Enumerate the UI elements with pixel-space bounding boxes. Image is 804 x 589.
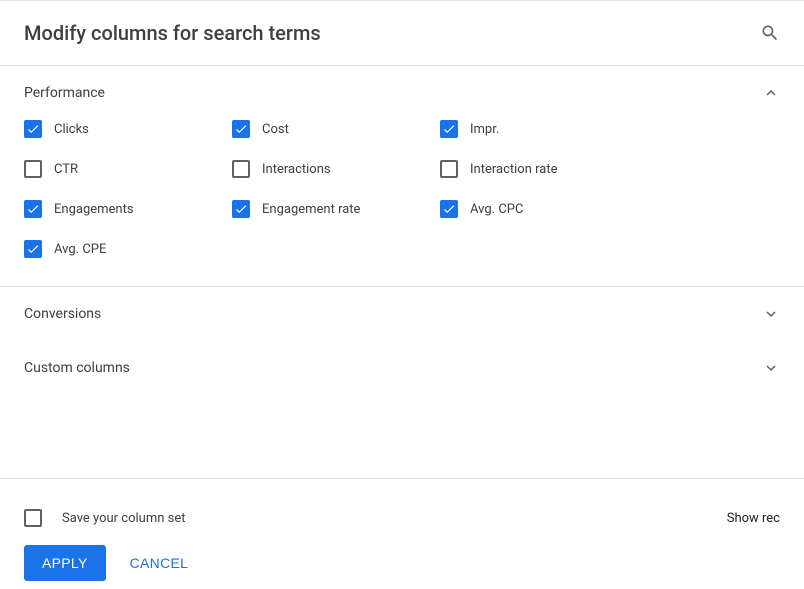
apply-button[interactable]: APPLY bbox=[24, 545, 106, 581]
section-toggle-performance[interactable]: Performance bbox=[0, 66, 804, 120]
column-option[interactable]: Interaction rate bbox=[440, 160, 648, 178]
column-option[interactable]: Impr. bbox=[440, 120, 648, 138]
column-option[interactable]: Cost bbox=[232, 120, 440, 138]
page-title: Modify columns for search terms bbox=[24, 21, 321, 45]
column-label: Impr. bbox=[470, 122, 499, 137]
chevron-down-icon bbox=[762, 359, 780, 377]
column-option[interactable]: Avg. CPE bbox=[24, 240, 232, 258]
save-column-set-checkbox[interactable] bbox=[24, 509, 42, 527]
column-checkbox[interactable] bbox=[232, 120, 250, 138]
column-label: Clicks bbox=[54, 122, 89, 137]
column-checkbox[interactable] bbox=[232, 200, 250, 218]
column-label: Engagements bbox=[54, 202, 134, 217]
column-label: CTR bbox=[54, 162, 78, 177]
column-label: Interactions bbox=[262, 162, 331, 177]
section-title-conversions: Conversions bbox=[24, 306, 101, 322]
save-column-set-row[interactable]: Save your column set bbox=[24, 509, 186, 527]
column-option[interactable]: Engagements bbox=[24, 200, 232, 218]
save-column-set-label: Save your column set bbox=[62, 511, 186, 526]
cancel-button[interactable]: CANCEL bbox=[122, 545, 197, 581]
section-toggle-custom[interactable]: Custom columns bbox=[0, 341, 804, 395]
column-option[interactable]: Avg. CPC bbox=[440, 200, 648, 218]
column-checkbox[interactable] bbox=[24, 200, 42, 218]
column-option[interactable]: Interactions bbox=[232, 160, 440, 178]
chevron-down-icon bbox=[762, 305, 780, 323]
column-checkbox[interactable] bbox=[440, 120, 458, 138]
show-recommended-link[interactable]: Show rec bbox=[727, 511, 780, 526]
column-checkbox[interactable] bbox=[440, 200, 458, 218]
column-option[interactable]: Clicks bbox=[24, 120, 232, 138]
column-checkbox[interactable] bbox=[440, 160, 458, 178]
column-option[interactable]: Engagement rate bbox=[232, 200, 440, 218]
modal-header: Modify columns for search terms bbox=[0, 0, 804, 66]
column-label: Cost bbox=[262, 122, 289, 137]
search-icon[interactable] bbox=[760, 23, 780, 43]
column-checkbox[interactable] bbox=[24, 240, 42, 258]
column-checkbox[interactable] bbox=[232, 160, 250, 178]
column-checkbox[interactable] bbox=[24, 160, 42, 178]
column-checkbox[interactable] bbox=[24, 120, 42, 138]
column-label: Avg. CPE bbox=[54, 242, 106, 257]
footer: Save your column set Show rec APPLY CANC… bbox=[0, 478, 804, 589]
column-label: Engagement rate bbox=[262, 202, 360, 217]
chevron-up-icon bbox=[762, 84, 780, 102]
section-toggle-conversions[interactable]: Conversions bbox=[0, 287, 804, 341]
performance-columns-grid: Clicks Cost Impr. CTR Interactions Interactio… bbox=[0, 120, 804, 286]
section-title-custom: Custom columns bbox=[24, 360, 130, 376]
column-label: Avg. CPC bbox=[470, 202, 523, 217]
section-title-performance: Performance bbox=[24, 85, 105, 101]
column-label: Interaction rate bbox=[470, 162, 558, 177]
column-option[interactable]: CTR bbox=[24, 160, 232, 178]
